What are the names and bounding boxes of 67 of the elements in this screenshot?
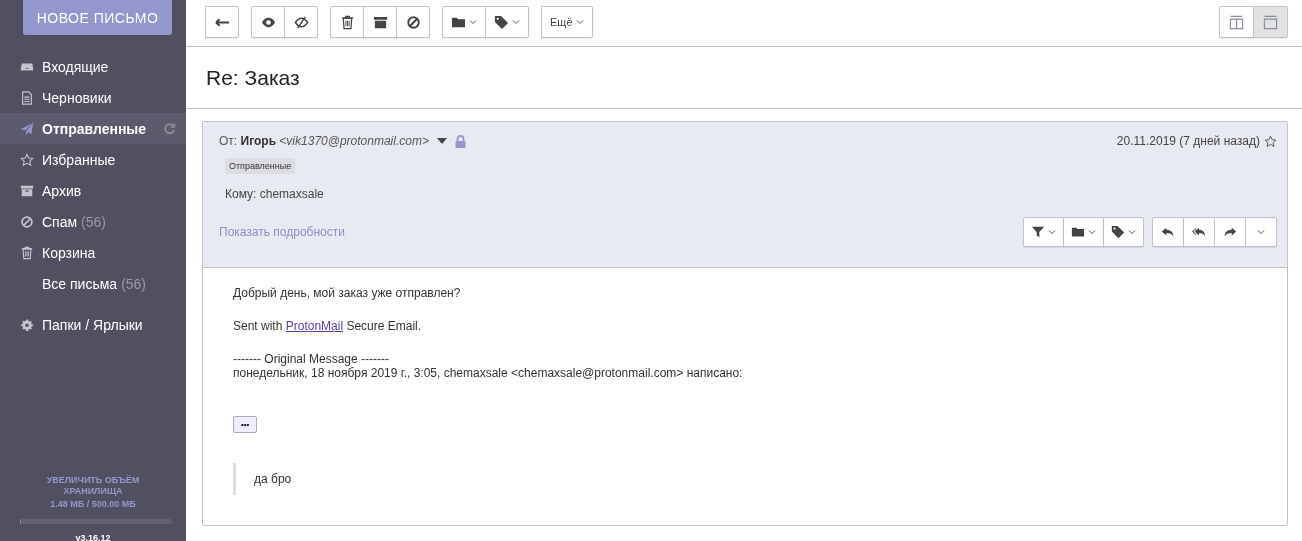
tag-icon <box>1111 225 1125 239</box>
reply-button[interactable] <box>1152 217 1184 247</box>
quoted-text: да бро <box>233 463 1267 495</box>
filter-button[interactable] <box>1023 217 1064 247</box>
blocked-icon <box>405 14 421 30</box>
archive-box-icon <box>372 14 388 30</box>
sidebar-item[interactable]: Все письма (56) <box>0 268 186 299</box>
caret-icon <box>1257 228 1265 236</box>
more-button[interactable]: Ещё <box>541 6 593 38</box>
version-label: v3.16.12 <box>74 532 112 541</box>
sender-line: От: Игорь <vik1370@protonmail.com> <box>219 134 429 148</box>
message-date: 20.11.2019 (7 дней назад) <box>1116 134 1260 148</box>
dropdown-icon[interactable] <box>436 137 447 145</box>
sidebar-item[interactable]: Отправленные <box>0 113 186 144</box>
original-message-header: ------- Original Message ------- <box>233 352 390 366</box>
star-icon <box>20 152 34 167</box>
trash-button[interactable] <box>330 6 364 38</box>
archive-box-icon <box>20 183 34 198</box>
message-text: Добрый день, мой заказ уже отправлен? <box>233 286 462 300</box>
storage-usage: 1.48 МБ / 500.00 МБ <box>49 499 137 509</box>
signature-text: Sent with ProtonMail Secure Email. <box>233 319 423 333</box>
folder-button[interactable] <box>1063 217 1104 247</box>
folder-button[interactable] <box>442 6 486 38</box>
column-layout-icon <box>1229 14 1244 30</box>
sidebar-item[interactable]: Спам (56) <box>0 206 186 237</box>
document-icon <box>20 90 34 105</box>
email-subject: Re: Заказ <box>186 47 1302 109</box>
sidebar-item[interactable]: Черновики <box>0 82 186 113</box>
sidebar-item[interactable]: Корзина <box>0 237 186 268</box>
tag-button[interactable] <box>485 6 529 38</box>
trash-icon <box>339 14 355 30</box>
blocked-button[interactable] <box>396 6 430 38</box>
eye-button[interactable] <box>251 6 285 38</box>
folder-icon <box>1071 225 1085 239</box>
lock-icon <box>454 134 466 148</box>
filter-icon <box>1031 225 1045 239</box>
show-quoted-button[interactable]: ••• <box>233 416 258 433</box>
recipient-line: Кому: chemaxsale <box>225 187 325 201</box>
tag-button[interactable] <box>1103 217 1144 247</box>
sidebar-item[interactable]: Входящие <box>0 51 186 82</box>
folders-link[interactable]: Папки / Ярлыки <box>0 309 186 340</box>
eye-slash-icon <box>293 14 309 30</box>
caret-icon <box>1088 228 1096 236</box>
blocked-icon <box>20 214 34 229</box>
back-arrow-button[interactable] <box>205 6 239 38</box>
caret-icon <box>512 18 520 26</box>
folder-tag: Отправленные <box>225 158 296 174</box>
trash-icon <box>20 245 34 260</box>
sidebar-item[interactable]: Избранные <box>0 144 186 175</box>
sidebar-item[interactable]: Архив <box>0 175 186 206</box>
row-layout-icon <box>1263 14 1278 30</box>
eye-slash-button[interactable] <box>284 6 318 38</box>
original-message-meta: понедельник, 18 ноября 2019 г., 3:05, chemaxsale <chemaxsale@protonmail.com> написано: <box>233 366 744 380</box>
tag-icon <box>494 14 509 30</box>
layout-toggle[interactable] <box>1253 6 1288 38</box>
archive-box-button[interactable] <box>363 6 397 38</box>
caret-icon <box>575 18 584 26</box>
gear-icon <box>20 317 34 332</box>
caret-icon <box>469 18 477 26</box>
forward-button[interactable] <box>1214 217 1246 247</box>
paper-plane-icon <box>20 121 34 136</box>
reply-all-button[interactable] <box>1183 217 1215 247</box>
star-icon[interactable] <box>1264 134 1277 148</box>
caret-icon <box>1128 228 1136 236</box>
layout-toggle[interactable] <box>1219 6 1254 38</box>
caret-icon <box>1048 228 1056 236</box>
protonmail-link[interactable]: ProtonMail <box>285 319 344 333</box>
